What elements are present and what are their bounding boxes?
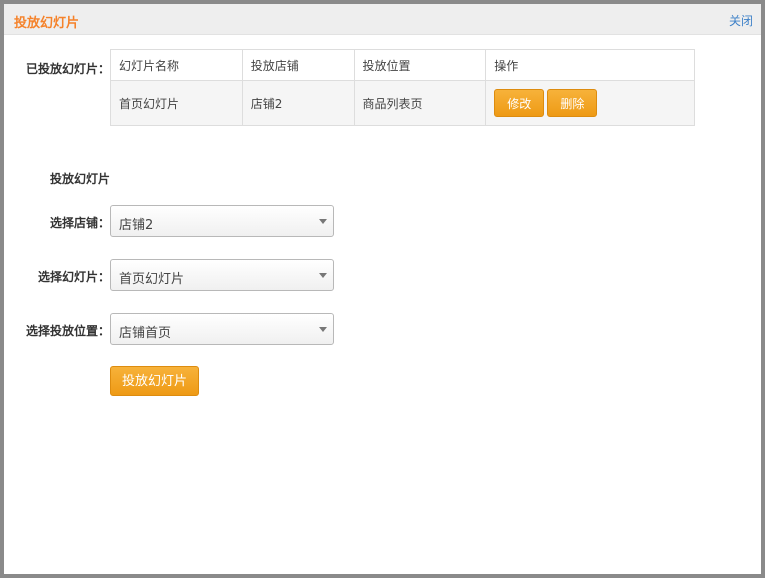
section-title: 投放幻灯片: [50, 172, 111, 186]
position-select-value: 店铺首页: [119, 326, 172, 341]
chevron-down-icon: [319, 219, 327, 224]
shop-select-value: 店铺2: [119, 218, 154, 233]
slide-dialog: 投放幻灯片 关闭 已投放幻灯片： 幻灯片名称 投放店铺 投放位置 操作 首页幻灯…: [4, 4, 761, 574]
close-link[interactable]: 关闭: [729, 12, 753, 29]
place-slide-button[interactable]: 投放幻灯片: [110, 366, 200, 396]
table-row: 首页幻灯片 店铺2 商品列表页 修改 删除: [110, 80, 695, 126]
shop-select[interactable]: 店铺2: [110, 205, 334, 237]
cell-position: 商品列表页: [353, 80, 487, 126]
edit-button[interactable]: 修改: [494, 89, 545, 117]
dialog-titlebar: 投放幻灯片 关闭: [4, 4, 761, 35]
chevron-down-icon: [319, 327, 327, 332]
slide-select[interactable]: 首页幻灯片: [110, 259, 334, 291]
column-header-actions: 操作: [485, 49, 695, 81]
column-header-name: 幻灯片名称: [110, 49, 243, 81]
delete-button[interactable]: 删除: [547, 89, 598, 117]
cell-slide-name: 首页幻灯片: [110, 80, 243, 126]
placed-slides-table: 幻灯片名称 投放店铺 投放位置 操作 首页幻灯片 店铺2 商品列表页 修改 删除: [110, 49, 695, 126]
table-header-row: 幻灯片名称 投放店铺 投放位置 操作: [110, 49, 695, 81]
slide-select-label: 选择幻灯片：: [38, 270, 111, 284]
cell-shop: 店铺2: [241, 80, 355, 126]
column-header-position: 投放位置: [353, 49, 487, 81]
shop-select-label: 选择店铺：: [50, 216, 111, 230]
cell-actions: 修改 删除: [485, 80, 695, 126]
chevron-down-icon: [319, 273, 327, 278]
column-header-shop: 投放店铺: [241, 49, 355, 81]
slide-select-value: 首页幻灯片: [119, 272, 185, 287]
position-select[interactable]: 店铺首页: [110, 313, 334, 345]
placed-slides-label: 已投放幻灯片：: [26, 62, 111, 76]
dialog-title: 投放幻灯片: [14, 16, 80, 31]
position-select-label: 选择投放位置：: [26, 324, 111, 338]
